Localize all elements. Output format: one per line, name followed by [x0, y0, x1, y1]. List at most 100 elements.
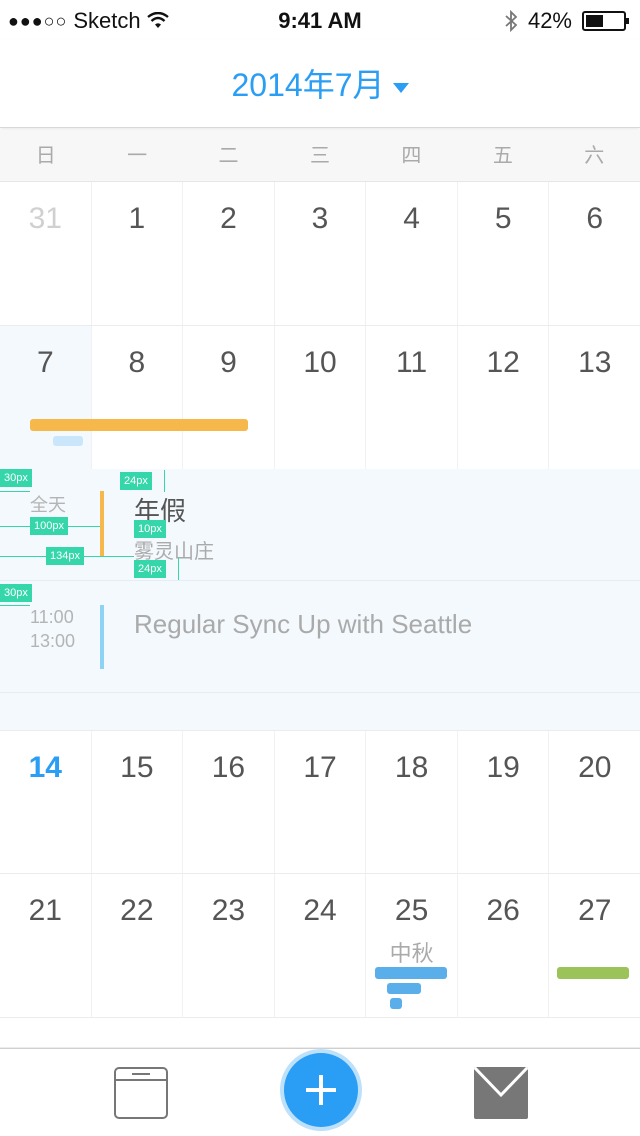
- envelope-icon: [474, 1067, 528, 1098]
- day-cell[interactable]: 27: [549, 874, 640, 1017]
- day-cell[interactable]: 12: [458, 326, 550, 469]
- day-cell[interactable]: 5: [458, 182, 550, 325]
- day-cell[interactable]: 25 中秋: [366, 874, 458, 1017]
- day-cell[interactable]: 16: [183, 731, 275, 873]
- day-number: 31: [28, 202, 62, 235]
- week-row: 21 22 23 24 25 中秋 26 27: [0, 874, 640, 1018]
- day-number: 22: [120, 894, 154, 927]
- day-number: 2: [220, 202, 237, 235]
- day-number: 7: [36, 346, 54, 379]
- event-item-meeting[interactable]: 11:00 13:00 Regular Sync Up with Seattle: [0, 581, 640, 693]
- spec-line: [0, 491, 30, 492]
- day-cell-selected[interactable]: 7: [0, 326, 92, 469]
- caret-down-icon: [392, 82, 409, 93]
- day-cell[interactable]: 4: [366, 182, 458, 325]
- event-bar-annual-leave[interactable]: [30, 419, 248, 431]
- event-item-annual-leave[interactable]: 全天 年假 雾灵山庄: [0, 469, 640, 581]
- day-number: 12: [486, 346, 520, 379]
- battery-icon: [582, 11, 629, 31]
- day-cell[interactable]: 17: [275, 731, 367, 873]
- day-cell[interactable]: 2: [183, 182, 275, 325]
- day-number: 17: [303, 751, 337, 784]
- day-number: 15: [120, 751, 154, 784]
- day-number: 16: [211, 751, 246, 784]
- event-bar[interactable]: [387, 983, 421, 994]
- day-cell[interactable]: 6: [549, 182, 640, 325]
- day-number: 3: [311, 202, 329, 235]
- mail-tab-icon[interactable]: [474, 1067, 528, 1119]
- week-row: 7 8 9 10 11 12 13: [0, 326, 640, 470]
- day-number: 9: [220, 346, 237, 379]
- status-bar: ●●●○○ Sketch 9:41 AM 42%: [0, 0, 640, 40]
- day-number: 18: [394, 751, 429, 784]
- event-color-bar: [100, 605, 104, 669]
- day-number: 1: [128, 202, 146, 235]
- status-right: 42%: [504, 8, 629, 34]
- weekday-label: 一: [127, 145, 148, 167]
- spec-label: 10px: [134, 520, 166, 538]
- day-cell[interactable]: 11: [366, 326, 458, 469]
- day-number: 20: [578, 751, 612, 784]
- day-number: 23: [211, 894, 246, 927]
- day-cell[interactable]: 13: [549, 326, 640, 469]
- day-number: 26: [486, 894, 520, 927]
- day-cell[interactable]: 15: [92, 731, 184, 873]
- weekday-label: 三: [309, 145, 330, 167]
- day-cell[interactable]: 19: [458, 731, 550, 873]
- spec-line: [164, 470, 165, 492]
- day-cell[interactable]: 31: [0, 182, 92, 325]
- day-cell[interactable]: 21: [0, 874, 92, 1017]
- weekday-label: 二: [218, 145, 239, 167]
- day-number: 24: [303, 894, 337, 927]
- day-cell[interactable]: 1: [92, 182, 184, 325]
- event-bar[interactable]: [375, 967, 447, 979]
- day-cell[interactable]: 23: [183, 874, 275, 1017]
- spec-label: 100px: [30, 517, 68, 535]
- bluetooth-icon: [505, 10, 518, 32]
- day-cell[interactable]: 10: [275, 326, 367, 469]
- day-cell-today[interactable]: 14: [0, 731, 92, 873]
- event-bar-meeting[interactable]: [53, 436, 83, 446]
- day-number: 10: [303, 346, 337, 379]
- holiday-label: 中秋: [389, 941, 434, 966]
- day-cell[interactable]: 20: [549, 731, 640, 873]
- month-selector[interactable]: 2014年7月: [0, 60, 640, 106]
- spec-line: [0, 605, 30, 606]
- calendar-header: 2014年7月: [0, 40, 640, 128]
- day-cell[interactable]: 9: [183, 326, 275, 469]
- day-cell[interactable]: 8: [92, 326, 184, 469]
- day-cell[interactable]: 24: [275, 874, 367, 1017]
- spec-label: 30px: [0, 469, 32, 487]
- weekday-label: 五: [492, 145, 513, 167]
- event-bar-green[interactable]: [557, 967, 629, 979]
- spec-label: 134px: [46, 547, 84, 565]
- day-cell[interactable]: 26: [458, 874, 550, 1017]
- day-detail-panel: 全天 年假 雾灵山庄 11:00 13:00 Regular Sync Up w…: [0, 469, 640, 730]
- event-start-time: 11:00: [30, 607, 74, 627]
- month-title: 2014年7月: [231, 67, 385, 103]
- day-number: 8: [128, 346, 146, 379]
- day-number: 5: [494, 202, 512, 235]
- day-number: 25: [394, 894, 429, 927]
- day-cell[interactable]: 22: [92, 874, 184, 1017]
- add-event-button[interactable]: [284, 1053, 358, 1127]
- day-number: 21: [28, 894, 62, 927]
- calendar-tab-icon[interactable]: [114, 1067, 168, 1119]
- event-time: 全天: [30, 495, 66, 515]
- weekday-row: 日 一 二 三 四 五 六: [0, 130, 640, 182]
- day-number: 13: [578, 346, 612, 379]
- event-bar[interactable]: [390, 998, 402, 1009]
- day-number: 27: [578, 894, 612, 927]
- day-cell[interactable]: 18: [366, 731, 458, 873]
- day-number: 19: [486, 751, 520, 784]
- weekday-label: 六: [584, 145, 605, 167]
- event-color-bar: [100, 491, 104, 557]
- spec-line: [178, 558, 179, 580]
- day-number: 4: [403, 202, 420, 235]
- day-number: 11: [396, 346, 428, 379]
- event-title: Regular Sync Up with Seattle: [134, 609, 473, 639]
- week-row: 14 15 16 17 18 19 20: [0, 730, 640, 874]
- week-row-partial: [0, 1018, 640, 1048]
- day-cell[interactable]: 3: [275, 182, 367, 325]
- battery-percent: 42%: [527, 8, 572, 33]
